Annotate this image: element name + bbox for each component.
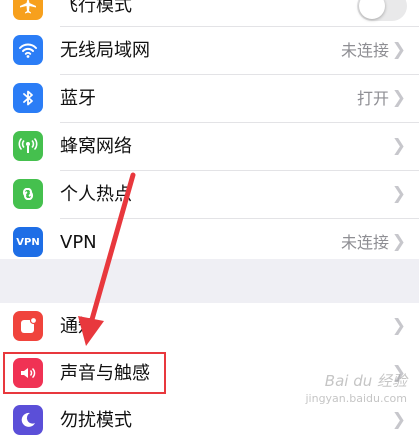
watermark: Bai du 经验 jingyan.baidu.com (305, 372, 407, 408)
watermark-subtext: jingyan.baidu.com (305, 392, 407, 405)
watermark-text: Bai du 经验 (324, 372, 407, 390)
annotation-arrow-icon (78, 172, 136, 346)
